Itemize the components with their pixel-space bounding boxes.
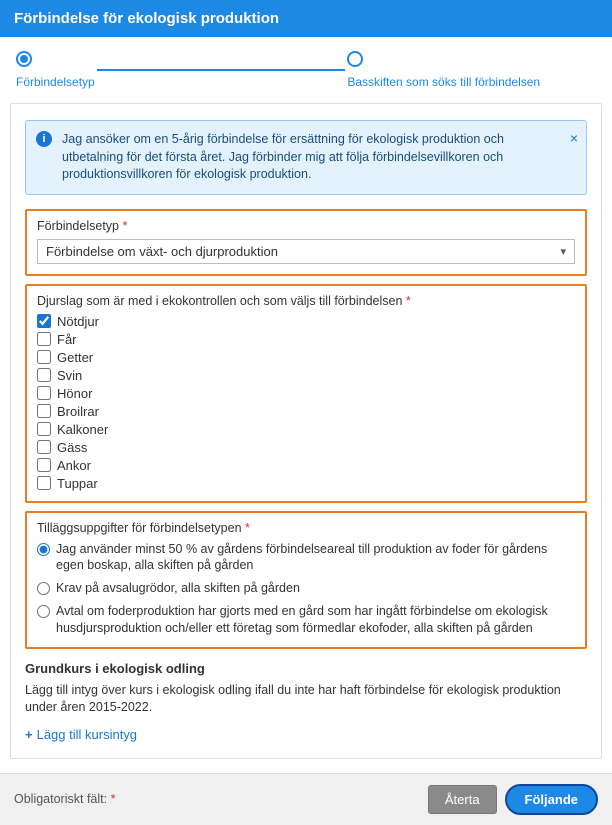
required-mark: * — [406, 294, 411, 308]
page-header: Förbindelse för ekologisk produktion — [0, 0, 612, 37]
forbindelsetyp-value: Förbindelse om växt- och djurproduktion — [46, 244, 278, 259]
djurslag-checkbox[interactable] — [37, 386, 51, 400]
section-forbindelsetyp: Förbindelsetyp * Förbindelse om växt- oc… — [25, 209, 587, 276]
step-2-circle[interactable] — [347, 51, 363, 67]
djurslag-item[interactable]: Tuppar — [37, 476, 575, 491]
djurslag-item[interactable]: Kalkoner — [37, 422, 575, 437]
chevron-down-icon: ▾ — [560, 245, 566, 258]
djurslag-item-label: Nötdjur — [57, 314, 99, 329]
tillaggs-option[interactable]: Jag använder minst 50 % av gårdens förbi… — [37, 541, 575, 575]
djurslag-item-label: Gäss — [57, 440, 87, 455]
step-1-circle[interactable] — [16, 51, 32, 67]
djurslag-item[interactable]: Hönor — [37, 386, 575, 401]
djurslag-item[interactable]: Getter — [37, 350, 575, 365]
djurslag-checkbox[interactable] — [37, 332, 51, 346]
djurslag-item-label: Svin — [57, 368, 82, 383]
tillaggs-radio[interactable] — [37, 543, 50, 556]
plus-icon: + — [25, 727, 33, 742]
stepper-track — [97, 69, 346, 71]
add-certificate-label: Lägg till kursintyg — [37, 727, 137, 742]
djurslag-item[interactable]: Nötdjur — [37, 314, 575, 329]
tillaggs-option-label: Krav på avsalugrödor, alla skiften på gå… — [56, 580, 300, 597]
tillaggs-option-label: Avtal om foderproduktion har gjorts med … — [56, 603, 575, 637]
djurslag-checkbox[interactable] — [37, 404, 51, 418]
djurslag-checkbox[interactable] — [37, 422, 51, 436]
djurslag-item[interactable]: Får — [37, 332, 575, 347]
required-mark: * — [111, 792, 116, 806]
info-text: Jag ansöker om en 5-årig förbindelse för… — [62, 132, 504, 181]
djurslag-label-text: Djurslag som är med i ekokontrollen och … — [37, 294, 402, 308]
djurslag-checkbox[interactable] — [37, 458, 51, 472]
djurslag-item-label: Getter — [57, 350, 93, 365]
info-box: i Jag ansöker om en 5-årig förbindelse f… — [25, 120, 587, 195]
djurslag-checkbox[interactable] — [37, 440, 51, 454]
tillaggs-label: Tilläggsuppgifter för förbindelsetypen * — [37, 521, 575, 535]
djurslag-list: Nötdjur Får Getter Svin Hönor Broilrar Kalkone… — [37, 314, 575, 491]
tillaggs-radio[interactable] — [37, 605, 50, 618]
djurslag-label: Djurslag som är med i ekokontrollen och … — [37, 294, 575, 308]
stepper: Förbindelsetyp Basskiften som söks till … — [0, 37, 612, 99]
djurslag-checkbox[interactable] — [37, 476, 51, 490]
djurslag-item[interactable]: Svin — [37, 368, 575, 383]
djurslag-item-label: Ankor — [57, 458, 91, 473]
tillaggs-option[interactable]: Avtal om foderproduktion har gjorts med … — [37, 603, 575, 637]
tillaggs-radio[interactable] — [37, 582, 50, 595]
djurslag-item-label: Tuppar — [57, 476, 98, 491]
section-tillaggs: Tilläggsuppgifter för förbindelsetypen *… — [25, 511, 587, 649]
info-icon: i — [36, 131, 52, 147]
tillaggs-option-label: Jag använder minst 50 % av gårdens förbi… — [56, 541, 575, 575]
djurslag-item-label: Kalkoner — [57, 422, 108, 437]
back-button[interactable]: Återta — [428, 785, 497, 814]
tillaggs-list: Jag använder minst 50 % av gårdens förbi… — [37, 541, 575, 637]
next-button[interactable]: Följande — [505, 784, 598, 815]
required-hint: Obligatoriskt fält: * — [14, 792, 115, 806]
footer: Obligatoriskt fält: * Återta Följande — [0, 773, 612, 825]
djurslag-item-label: Får — [57, 332, 77, 347]
grundkurs-desc: Lägg till intyg över kurs i ekologisk od… — [25, 682, 587, 717]
djurslag-checkbox[interactable] — [37, 368, 51, 382]
djurslag-checkbox[interactable] — [37, 314, 51, 328]
djurslag-checkbox[interactable] — [37, 350, 51, 364]
djurslag-item[interactable]: Ankor — [37, 458, 575, 473]
tillaggs-label-text: Tilläggsuppgifter för förbindelsetypen — [37, 521, 242, 535]
required-mark: * — [245, 521, 250, 535]
tillaggs-option[interactable]: Krav på avsalugrödor, alla skiften på gå… — [37, 580, 575, 597]
required-hint-label: Obligatoriskt fält: — [14, 792, 107, 806]
djurslag-item[interactable]: Gäss — [37, 440, 575, 455]
djurslag-item[interactable]: Broilrar — [37, 404, 575, 419]
add-certificate-link[interactable]: + Lägg till kursintyg — [25, 727, 137, 742]
section-djurslag: Djurslag som är med i ekokontrollen och … — [25, 284, 587, 503]
grundkurs-heading: Grundkurs i ekologisk odling — [25, 661, 587, 676]
close-icon[interactable]: × — [570, 129, 578, 149]
forbindelsetyp-select[interactable]: Förbindelse om växt- och djurproduktion … — [37, 239, 575, 264]
form-card: i Jag ansöker om en 5-årig förbindelse f… — [10, 103, 602, 759]
page-title: Förbindelse för ekologisk produktion — [14, 10, 279, 27]
step-1-label: Förbindelsetyp — [16, 75, 95, 89]
forbindelsetyp-label: Förbindelsetyp * — [37, 219, 575, 233]
djurslag-item-label: Broilrar — [57, 404, 99, 419]
forbindelsetyp-label-text: Förbindelsetyp — [37, 219, 119, 233]
djurslag-item-label: Hönor — [57, 386, 92, 401]
required-mark: * — [122, 219, 127, 233]
step-2-label: Basskiften som söks till förbindelsen — [347, 75, 540, 89]
